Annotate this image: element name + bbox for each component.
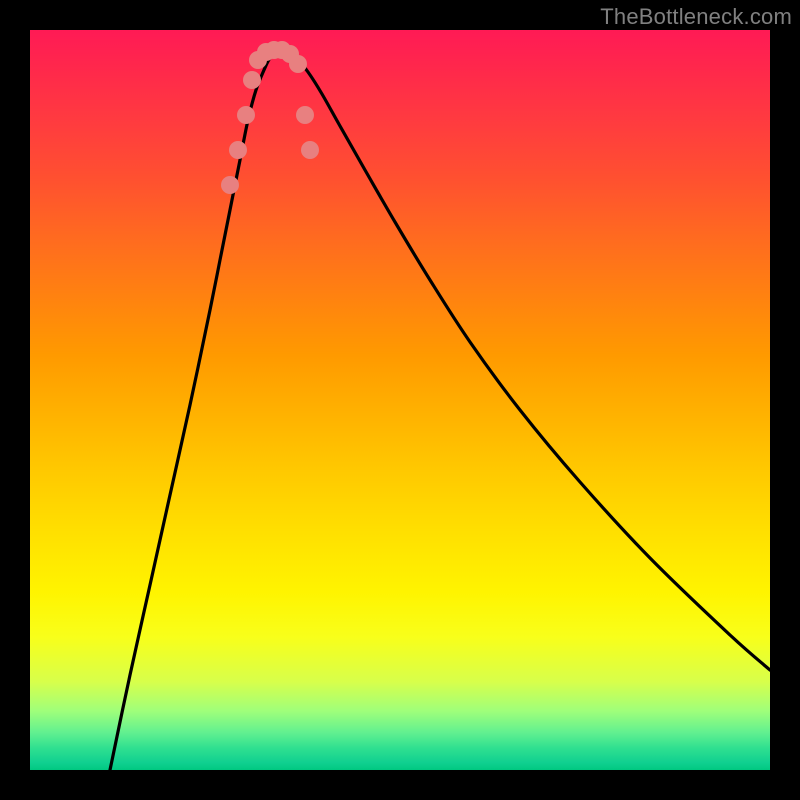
curve-dot — [237, 106, 255, 124]
curve-dots-group — [221, 41, 319, 194]
curve-dot — [296, 106, 314, 124]
curve-dot — [301, 141, 319, 159]
curve-dot — [229, 141, 247, 159]
curve-dot — [221, 176, 239, 194]
bottleneck-curve-svg — [30, 30, 770, 770]
bottleneck-curve-path — [110, 51, 770, 770]
curve-dot — [243, 71, 261, 89]
watermark-text: TheBottleneck.com — [600, 4, 792, 30]
plot-area — [30, 30, 770, 770]
curve-dot — [289, 55, 307, 73]
chart-frame: TheBottleneck.com — [0, 0, 800, 800]
